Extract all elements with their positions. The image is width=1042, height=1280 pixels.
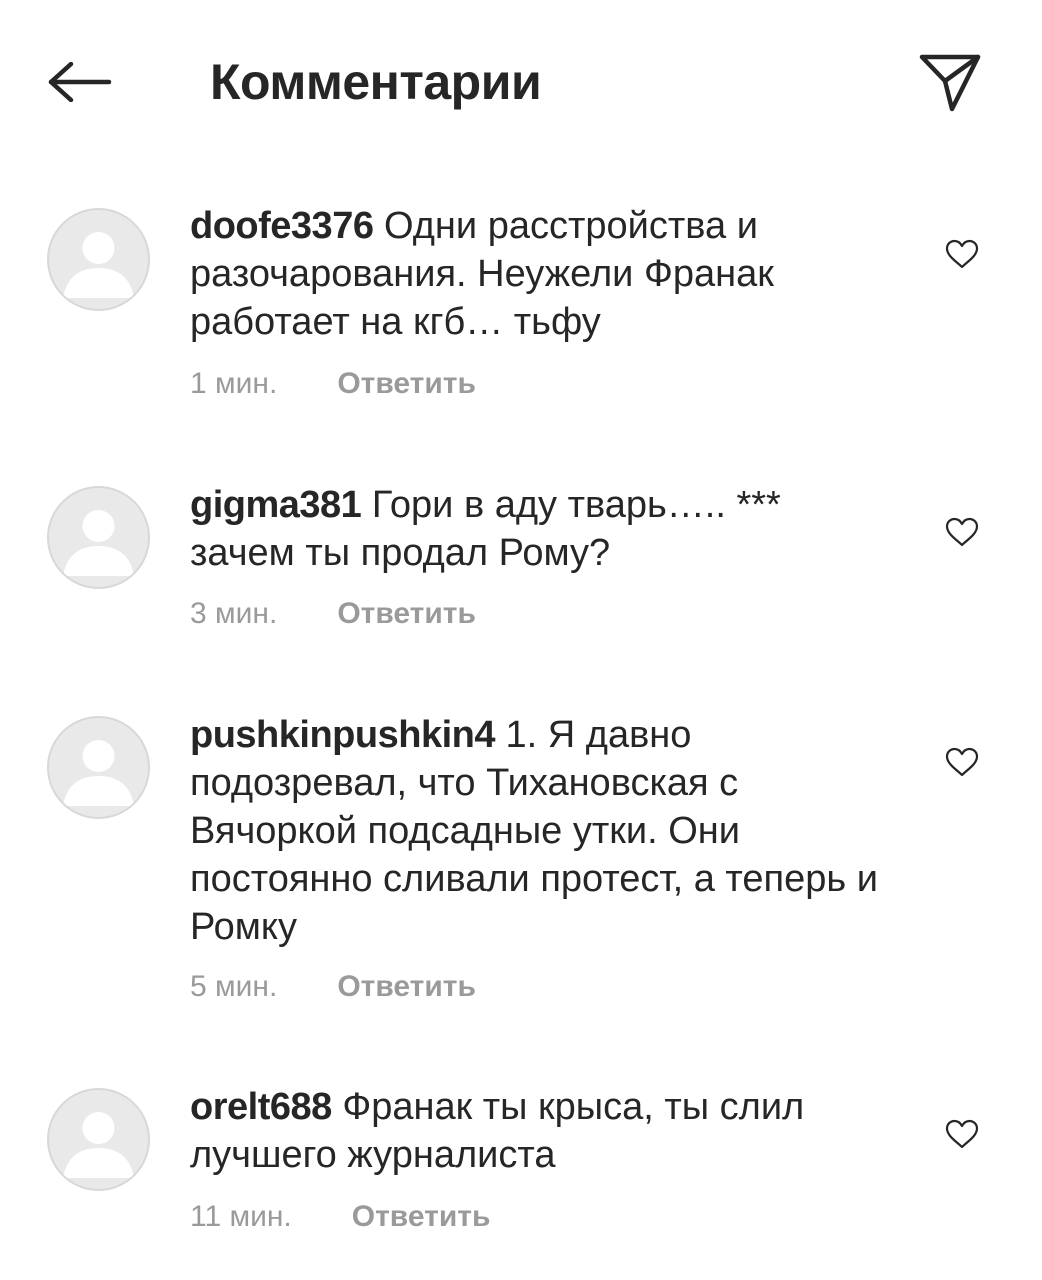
reply-button[interactable]: Ответить [337, 969, 476, 1005]
back-button[interactable] [40, 50, 120, 114]
reply-button[interactable]: Ответить [337, 596, 476, 632]
like-button[interactable] [940, 740, 984, 784]
avatar[interactable] [47, 486, 150, 589]
comment-text-block: gigma381 Гори в аду тварь….. *** зачем т… [190, 481, 890, 577]
comment-meta: 5 мин. Ответить [190, 969, 476, 1005]
comment-time: 5 мин. [190, 970, 278, 1003]
comment-username[interactable]: orelt688 [190, 1086, 332, 1128]
avatar[interactable] [47, 208, 150, 311]
default-avatar-icon [63, 232, 134, 298]
comment-text-block: orelt688 Франак ты крыса, ты слил лучшег… [190, 1083, 890, 1179]
comment-username[interactable]: gigma381 [190, 484, 362, 526]
page-title: Комментарии [210, 54, 542, 110]
heart-icon [945, 747, 979, 777]
avatar[interactable] [47, 1088, 150, 1191]
like-button[interactable] [940, 510, 984, 554]
arrow-left-icon [48, 62, 112, 102]
header: Комментарии [0, 0, 1042, 165]
comment-time: 11 мин. [190, 1200, 292, 1233]
like-button[interactable] [940, 232, 984, 276]
share-button[interactable] [908, 40, 992, 124]
comment-username[interactable]: pushkinpushkin4 [190, 714, 495, 756]
comment-meta: 1 мин. Ответить [190, 366, 476, 402]
heart-icon [945, 239, 979, 269]
default-avatar-icon [63, 1112, 134, 1178]
comment-text-block: doofe3376 Одни расстройства и разочарова… [190, 202, 890, 346]
reply-button[interactable]: Ответить [352, 1199, 491, 1235]
default-avatar-icon [63, 510, 134, 576]
like-button[interactable] [940, 1112, 984, 1156]
comment-text-block: pushkinpushkin4 1. Я давно подозревал, ч… [190, 711, 890, 951]
default-avatar-icon [63, 740, 134, 806]
comment-time: 3 мин. [190, 597, 278, 630]
avatar[interactable] [47, 716, 150, 819]
heart-icon [945, 1119, 979, 1149]
comment-time: 1 мин. [190, 367, 278, 400]
comment-meta: 11 мин. Ответить [190, 1199, 490, 1235]
comment-username[interactable]: doofe3376 [190, 205, 374, 247]
paper-plane-icon [919, 54, 981, 112]
reply-button[interactable]: Ответить [337, 366, 476, 402]
heart-icon [945, 517, 979, 547]
comment-meta: 3 мин. Ответить [190, 596, 476, 632]
